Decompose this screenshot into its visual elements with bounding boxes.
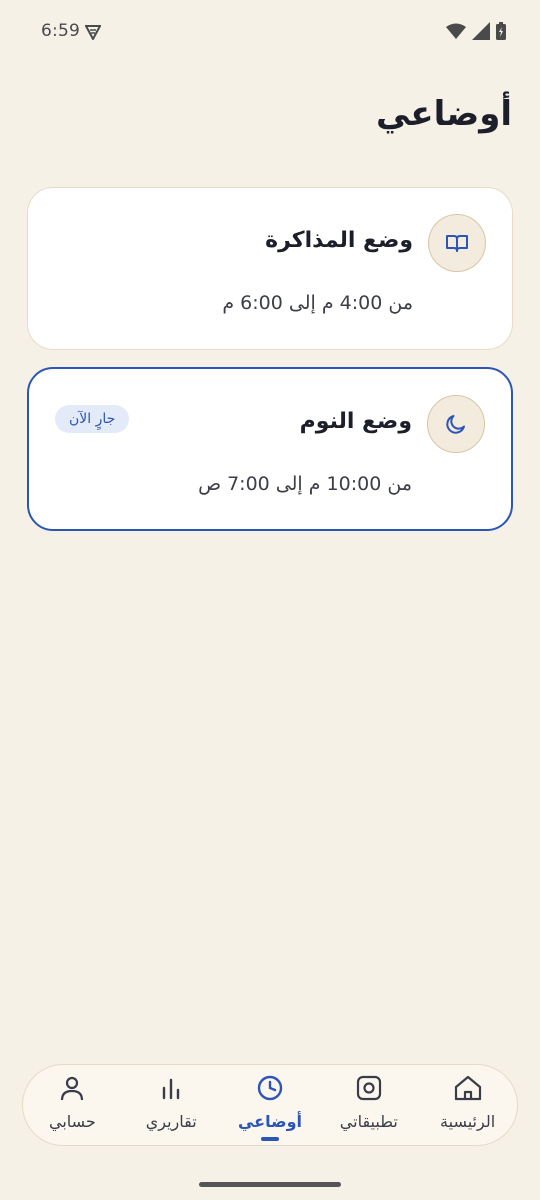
nav-item-reports[interactable]: تقاريري: [122, 1065, 221, 1145]
active-indicator: [260, 1137, 279, 1141]
moon-icon: [427, 395, 485, 453]
nav-item-home[interactable]: الرئيسية: [418, 1065, 517, 1145]
battery-icon: [496, 22, 506, 44]
clock-icon: [256, 1073, 284, 1103]
nav-label: تطبيقاتي: [339, 1112, 398, 1131]
status-icons: [446, 22, 506, 44]
apps-icon: [356, 1073, 382, 1103]
book-icon: [428, 214, 486, 272]
status-time: 6:59: [41, 21, 80, 41]
page-title: أوضاعي: [375, 94, 512, 134]
signal-icon: [472, 22, 490, 44]
nav-label: الرئيسية: [440, 1112, 496, 1131]
bottom-nav: حسابي تقاريري أوضاعي تطبيقاتي الرئيسية: [22, 1064, 518, 1146]
vpn-icon: [84, 24, 102, 44]
nav-item-modes[interactable]: أوضاعي: [221, 1065, 320, 1145]
mode-card-sleep[interactable]: وضع النوم جارٍ الآن من 10:00 م إلى 7:00 …: [27, 367, 513, 531]
nav-label: تقاريري: [145, 1112, 197, 1131]
nav-item-account[interactable]: حسابي: [23, 1065, 122, 1145]
home-icon: [454, 1073, 482, 1103]
active-now-badge: جارٍ الآن: [55, 405, 130, 433]
nav-item-apps[interactable]: تطبيقاتي: [319, 1065, 418, 1145]
home-indicator[interactable]: [199, 1182, 341, 1187]
mode-title: وضع النوم: [299, 409, 412, 434]
status-bar: 6:59: [0, 0, 540, 64]
wifi-icon: [446, 23, 466, 43]
person-icon: [59, 1073, 85, 1103]
mode-card-study[interactable]: وضع المذاكرة من 4:00 م إلى 6:00 م: [27, 187, 513, 350]
nav-label: حسابي: [48, 1112, 96, 1131]
bar-chart-icon: [160, 1073, 182, 1103]
mode-title: وضع المذاكرة: [265, 228, 413, 253]
nav-label: أوضاعي: [237, 1112, 302, 1131]
mode-schedule: من 4:00 م إلى 6:00 م: [222, 292, 413, 314]
mode-schedule: من 10:00 م إلى 7:00 ص: [198, 473, 412, 495]
